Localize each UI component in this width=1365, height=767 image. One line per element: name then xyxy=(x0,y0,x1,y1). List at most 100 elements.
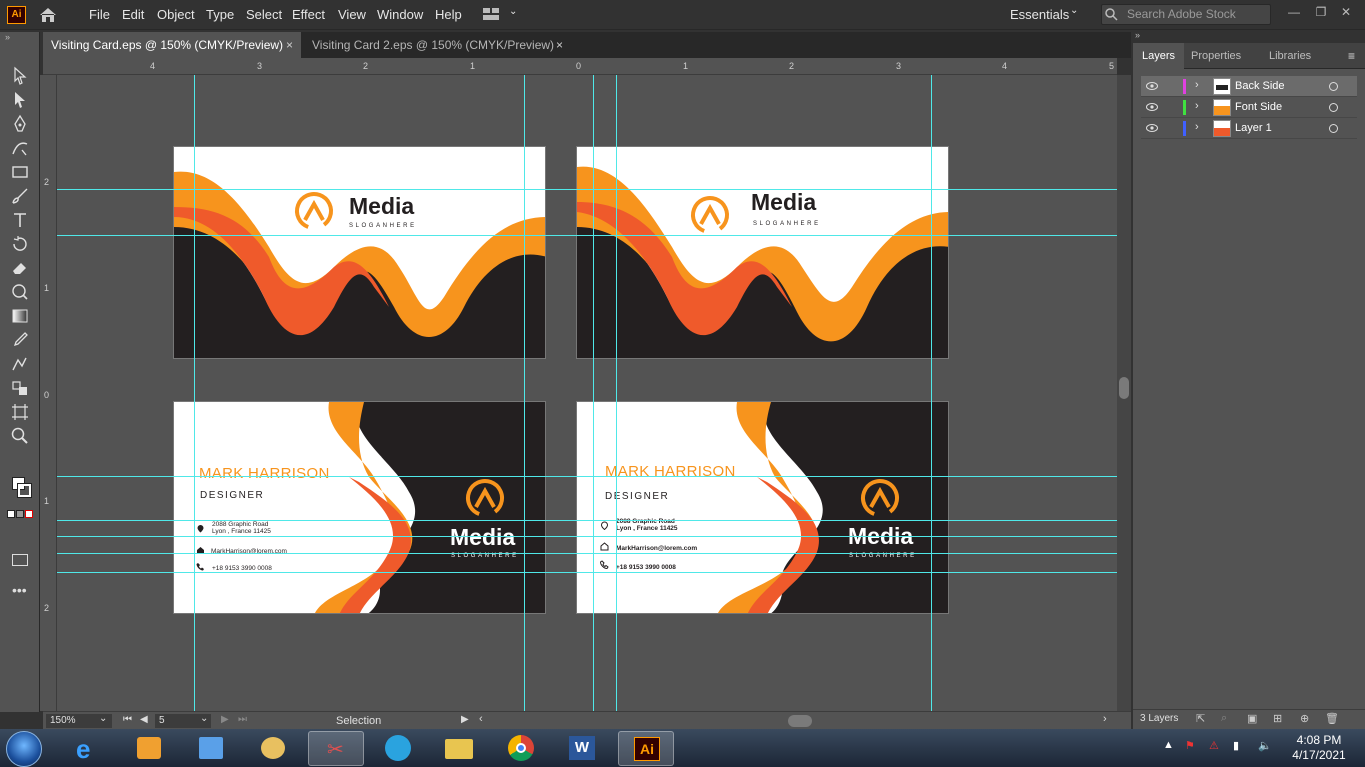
last-artboard-icon[interactable]: ⏭ xyxy=(238,714,247,725)
tab-visiting-card-2[interactable]: Visiting Card 2.eps @ 150% (CMYK/Preview… xyxy=(304,32,571,58)
screen-mode-icon[interactable] xyxy=(12,554,28,566)
rotate-tool-icon[interactable] xyxy=(10,234,30,254)
card-back-1[interactable]: Media SLOGANHERE MARK HARRISON DESIGNER … xyxy=(173,401,546,614)
action-center-icon[interactable]: ⚑ xyxy=(1185,739,1195,752)
telegram-icon[interactable] xyxy=(370,731,426,766)
gradient-mode-icon[interactable] xyxy=(16,510,24,518)
blend-tool-icon[interactable] xyxy=(10,354,30,374)
guide-line[interactable] xyxy=(57,235,1117,236)
selection-tool-icon[interactable] xyxy=(10,66,30,86)
chrome-icon[interactable] xyxy=(493,731,549,766)
menu-window[interactable]: Window xyxy=(377,7,423,22)
expand-chevron-icon[interactable]: › xyxy=(1195,121,1199,133)
chevron-down-icon[interactable]: ⌄ xyxy=(1070,5,1078,16)
menu-object[interactable]: Object xyxy=(157,7,195,22)
guide-line[interactable] xyxy=(57,536,1117,537)
expand-chevron-icon[interactable]: › xyxy=(1195,100,1199,112)
menu-select[interactable]: Select xyxy=(246,7,282,22)
export-icon[interactable]: ⇱ xyxy=(1196,712,1205,725)
paint-icon[interactable] xyxy=(245,731,301,766)
warp-tool-icon[interactable] xyxy=(10,282,30,302)
illustrator-icon[interactable]: Ai xyxy=(618,731,674,766)
media-player-icon[interactable] xyxy=(121,731,177,766)
direct-selection-tool-icon[interactable] xyxy=(10,90,30,110)
layer-target-icon[interactable] xyxy=(1329,103,1338,112)
windows-explorer-icon[interactable] xyxy=(183,731,239,766)
rectangle-tool-icon[interactable] xyxy=(10,162,30,182)
status-menu-icon[interactable]: ▶ xyxy=(461,714,469,725)
horizontal-scroll-thumb[interactable] xyxy=(788,715,812,727)
eraser-tool-icon[interactable] xyxy=(10,258,30,278)
next-artboard-icon[interactable]: ▶ xyxy=(221,714,229,725)
guide-line[interactable] xyxy=(593,75,594,711)
paintbrush-tool-icon[interactable] xyxy=(10,186,30,206)
clipping-mask-icon[interactable]: ▣ xyxy=(1247,712,1257,725)
locate-object-icon[interactable]: ⌕ xyxy=(1221,712,1227,725)
layer-row-layer-1[interactable]: › Layer 1 xyxy=(1141,118,1357,139)
guide-line[interactable] xyxy=(57,553,1117,554)
layer-name[interactable]: Font Side xyxy=(1235,101,1282,113)
layer-row-back-side[interactable]: › Back Side xyxy=(1141,76,1357,97)
close-icon[interactable]: × xyxy=(286,32,293,58)
usb-icon[interactable]: ⚠ xyxy=(1209,739,1219,752)
delete-layer-icon[interactable]: 🗑 xyxy=(1325,712,1339,725)
layer-name[interactable]: Layer 1 xyxy=(1235,122,1272,134)
tab-libraries[interactable]: Libraries xyxy=(1260,43,1320,69)
chevron-down-icon[interactable]: ⌄ xyxy=(99,713,107,724)
snipping-tool-icon[interactable]: ✂ xyxy=(308,731,364,766)
workspace-switcher[interactable]: Essentials xyxy=(1010,7,1069,22)
guide-line[interactable] xyxy=(194,75,195,711)
layer-target-icon[interactable] xyxy=(1329,124,1338,133)
close-icon[interactable]: × xyxy=(556,32,563,58)
menu-help[interactable]: Help xyxy=(435,7,462,22)
tab-visiting-card[interactable]: Visiting Card.eps @ 150% (CMYK/Preview) … xyxy=(43,32,301,58)
visibility-eye-icon[interactable] xyxy=(1146,81,1158,91)
guide-line[interactable] xyxy=(616,75,617,711)
menu-file[interactable]: File xyxy=(89,7,110,22)
none-mode-icon[interactable] xyxy=(25,510,33,518)
tab-layers[interactable]: Layers xyxy=(1133,43,1185,69)
word-icon[interactable]: W xyxy=(554,731,610,766)
scroll-right-icon[interactable]: › xyxy=(1103,713,1107,725)
gradient-tool-icon[interactable] xyxy=(10,306,30,326)
first-artboard-icon[interactable]: ⏮ xyxy=(123,714,132,725)
minimize-button[interactable]: — xyxy=(1284,5,1304,19)
taskbar-clock[interactable]: 4:08 PM 4/17/2021 xyxy=(1280,733,1358,763)
guide-line[interactable] xyxy=(57,572,1117,573)
guide-line[interactable] xyxy=(931,75,932,711)
card-back-2[interactable]: Media SLOGANHERE MARK HARRISON DESIGNER … xyxy=(576,401,949,614)
search-stock-input[interactable]: Search Adobe Stock xyxy=(1101,4,1271,25)
volume-icon[interactable]: 🔈 xyxy=(1258,739,1272,752)
scroll-left-icon[interactable]: ‹ xyxy=(479,713,483,725)
type-tool-icon[interactable] xyxy=(10,210,30,230)
panel-menu-icon[interactable]: ≡ xyxy=(1348,49,1355,63)
guide-line[interactable] xyxy=(57,476,1117,477)
internet-explorer-icon[interactable]: e xyxy=(62,731,118,766)
pen-tool-icon[interactable] xyxy=(10,114,30,134)
curvature-tool-icon[interactable] xyxy=(10,138,30,158)
scroll-thumb[interactable] xyxy=(1119,377,1129,399)
menu-view[interactable]: View xyxy=(338,7,366,22)
close-window-button[interactable]: ✕ xyxy=(1336,5,1356,19)
visibility-eye-icon[interactable] xyxy=(1146,102,1158,112)
menu-edit[interactable]: Edit xyxy=(122,7,144,22)
arrange-documents-icon[interactable] xyxy=(483,8,499,20)
vertical-scrollbar[interactable] xyxy=(1117,75,1131,711)
visibility-eye-icon[interactable] xyxy=(1146,123,1158,133)
card-front-1[interactable]: Media SLOGANHERE xyxy=(173,146,546,359)
new-sublayer-icon[interactable]: ⊞ xyxy=(1273,712,1282,725)
collapse-icon[interactable]: » xyxy=(1135,30,1140,40)
home-icon[interactable] xyxy=(38,6,58,24)
menu-type[interactable]: Type xyxy=(206,7,234,22)
prev-artboard-icon[interactable]: ◀ xyxy=(140,714,148,725)
artboard-canvas[interactable]: Media SLOGANHERE Media SLOGANHERE Media … xyxy=(57,75,1117,711)
restore-button[interactable]: ❐ xyxy=(1311,5,1331,19)
zoom-tool-icon[interactable] xyxy=(10,426,30,446)
stroke-swatch[interactable] xyxy=(17,483,32,498)
chevron-down-icon[interactable]: ⌄ xyxy=(509,6,517,17)
chevron-down-icon[interactable]: ⌄ xyxy=(200,713,208,724)
expand-chevron-icon[interactable]: › xyxy=(1195,79,1199,91)
file-explorer-icon[interactable] xyxy=(431,731,487,766)
collapse-icon[interactable]: » xyxy=(5,32,10,42)
guide-line[interactable] xyxy=(524,75,525,711)
